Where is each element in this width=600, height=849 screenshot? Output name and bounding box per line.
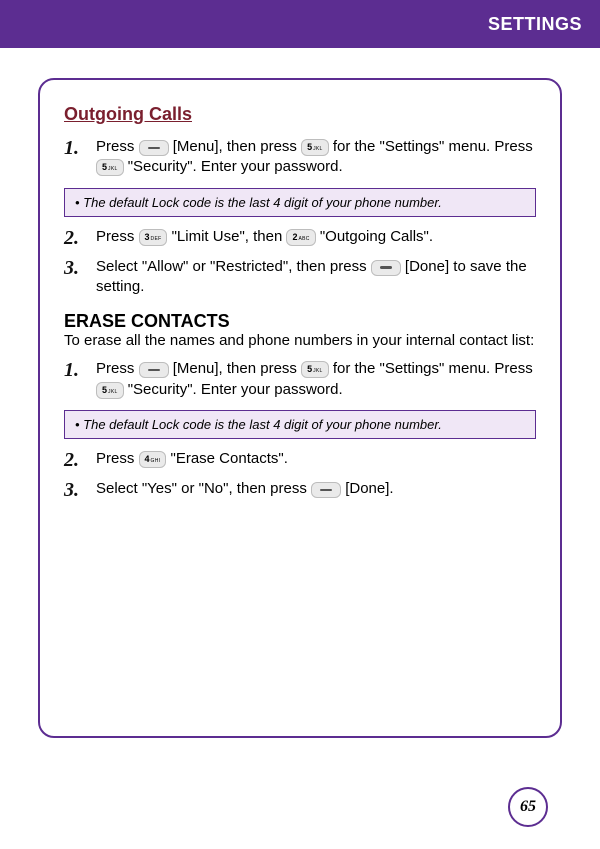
- content-panel: Outgoing Calls Press [Menu], then press …: [38, 78, 562, 738]
- lock-code-note: • The default Lock code is the last 4 di…: [64, 188, 536, 217]
- lock-code-note: • The default Lock code is the last 4 di…: [64, 410, 536, 439]
- step-text: "Erase Contacts".: [171, 450, 288, 467]
- step-text: for the "Settings" menu. Press: [333, 138, 533, 155]
- step-item: Select "Yes" or "No", then press [Done].: [64, 479, 536, 499]
- step-text: Press: [96, 228, 139, 245]
- erase-contacts-desc: To erase all the names and phone numbers…: [64, 332, 536, 349]
- menu-key-icon: [139, 362, 169, 378]
- outgoing-calls-heading: Outgoing Calls: [64, 104, 536, 125]
- step-text: Press: [96, 360, 139, 377]
- step-text: Press: [96, 138, 139, 155]
- step-text: "Security". Enter your password.: [128, 381, 343, 398]
- key-3-icon: 3DEF: [139, 229, 168, 246]
- key-5-icon: 5JKL: [301, 139, 329, 156]
- key-5-icon: 5JKL: [96, 159, 124, 176]
- outgoing-calls-steps-cont: Press 3DEF "Limit Use", then 2ABC "Outgo…: [64, 227, 536, 298]
- done-key-icon: [311, 482, 341, 498]
- key-4-icon: 4GHI: [139, 451, 167, 468]
- step-text: for the "Settings" menu. Press: [333, 360, 533, 377]
- menu-key-icon: [139, 140, 169, 156]
- step-text: Select "Yes" or "No", then press: [96, 480, 311, 497]
- step-item: Press [Menu], then press 5JKL for the "S…: [64, 137, 536, 178]
- step-text: "Security". Enter your password.: [128, 158, 343, 175]
- step-item: Select "Allow" or "Restricted", then pre…: [64, 257, 536, 298]
- step-text: [Done].: [345, 480, 393, 497]
- step-text: "Outgoing Calls".: [320, 228, 433, 245]
- erase-contacts-steps: Press [Menu], then press 5JKL for the "S…: [64, 359, 536, 400]
- page-number: 65: [508, 787, 548, 827]
- key-2-icon: 2ABC: [286, 229, 315, 246]
- key-5-icon: 5JKL: [301, 361, 329, 378]
- erase-contacts-heading: ERASE CONTACTS: [64, 311, 536, 332]
- step-text: [Menu], then press: [173, 360, 301, 377]
- step-item: Press 4GHI "Erase Contacts".: [64, 449, 536, 469]
- done-key-icon: [371, 260, 401, 276]
- erase-contacts-steps-cont: Press 4GHI "Erase Contacts". Select "Yes…: [64, 449, 536, 500]
- step-item: Press [Menu], then press 5JKL for the "S…: [64, 359, 536, 400]
- step-text: [Menu], then press: [173, 138, 301, 155]
- outgoing-calls-steps: Press [Menu], then press 5JKL for the "S…: [64, 137, 536, 178]
- step-item: Press 3DEF "Limit Use", then 2ABC "Outgo…: [64, 227, 536, 247]
- page-title: SETTINGS: [488, 14, 582, 35]
- step-text: Press: [96, 450, 139, 467]
- header-banner: SETTINGS: [0, 0, 600, 48]
- step-text: Select "Allow" or "Restricted", then pre…: [96, 258, 371, 275]
- step-text: "Limit Use", then: [172, 228, 287, 245]
- key-5-icon: 5JKL: [96, 382, 124, 399]
